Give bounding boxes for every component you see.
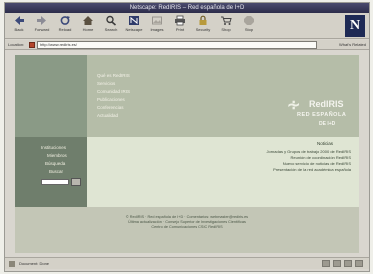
shop-label: Shop [221,27,231,32]
print-icon [175,15,185,26]
back-button[interactable]: Back [9,15,29,37]
side-link-busqueda[interactable]: Búsqueda [45,161,65,167]
reload-button[interactable]: Reload [55,15,75,37]
news-item[interactable]: Nuevo servicio de noticias de RedIRIS [283,161,351,166]
left-column-top [15,55,87,137]
window-title: Netscape: RedIRIS – Red española de I+D [5,3,369,13]
page-footer: © RedIRIS · Red española de I+D · Coment… [15,215,359,230]
netscape-throbber-logo: N [345,15,365,37]
news-heading: Noticias [317,141,334,146]
news-panel: Noticias Jornadas y Grupos de trabajo 20… [87,137,359,207]
search-icon [106,15,117,26]
url-input[interactable]: http://www.rediris.es/ [37,41,317,49]
forward-label: Forward [34,27,50,32]
side-link-buscar[interactable]: Buscar [49,169,63,175]
nav-link-servicios[interactable]: Servicios [97,81,115,87]
images-label: Images [150,27,164,32]
nav-link-publicaciones[interactable]: Publicaciones [97,97,125,103]
security-button[interactable]: Security [193,15,213,37]
mail-icon[interactable] [333,260,341,267]
nav-link-comunidad[interactable]: Comunidad IRIS [97,89,130,95]
news-item[interactable]: Presentación de la red académica español… [273,167,351,172]
stop-icon [244,16,254,25]
print-button[interactable]: Print [170,15,190,37]
rediris-logo-subtagline: DE I+D [319,121,336,127]
search-button[interactable]: Search [101,15,121,37]
home-label: Home [82,27,94,32]
images-button[interactable]: Images [147,15,167,37]
shop-icon [221,16,232,25]
location-label: Location: [8,42,25,47]
side-link-miembros[interactable]: Miembros [47,153,67,159]
bookmark-icon[interactable] [29,42,35,48]
location-bar: Location: http://www.rediris.es/ What's … [5,40,369,50]
address-book-icon[interactable] [355,260,363,267]
web-page-content: Qué es RedIRIS Servicios Comunidad IRIS … [15,55,359,253]
back-label: Back [14,27,24,32]
home-icon [83,16,93,25]
security-label: Security [195,27,211,32]
header-band: Qué es RedIRIS Servicios Comunidad IRIS … [87,55,359,137]
lock-icon [199,15,207,25]
stop-button[interactable]: Stop [239,15,259,37]
news-item[interactable]: Reunión de coordinación RedIRIS [291,155,351,160]
status-bar: Document: Done [5,257,369,269]
rediris-logo-name: RedIRIS [309,99,344,109]
security-status-icon[interactable] [9,261,15,267]
site-search-input[interactable] [41,179,69,185]
side-link-instituciones[interactable]: Instituciones [41,145,66,151]
search-label: Search [104,27,118,32]
footer-line: Centro de Comunicaciones CSIC RedIRIS [151,225,223,229]
rediris-logo-tagline: RED ESPAÑOLA [297,112,347,118]
print-label: Print [175,27,185,32]
stop-label: Stop [244,27,254,32]
forward-arrow-icon [37,16,46,25]
netscape-label: Netscape [125,27,143,32]
netscape-button[interactable]: Netscape [124,15,144,37]
browser-window: Netscape: RedIRIS – Red española de I+D … [4,2,370,272]
images-icon [152,16,162,25]
composer-icon[interactable] [344,260,352,267]
reload-icon [60,16,70,25]
shop-button[interactable]: Shop [216,15,236,37]
netscape-icon [129,16,139,25]
reload-label: Reload [58,27,72,32]
whats-related-button[interactable]: What's Related [339,41,366,49]
navigation-toolbar: Back Forward Reload Home Search Netscape… [5,13,369,39]
nav-link-que-es[interactable]: Qué es RedIRIS [97,73,130,79]
back-arrow-icon [15,16,24,25]
news-item[interactable]: Jornadas y Grupos de trabajo 2000 de Red… [267,149,352,154]
component-bar [322,260,363,267]
site-search-button[interactable] [71,178,81,186]
nav-link-conferencias[interactable]: Conferencias [97,105,124,111]
forward-button[interactable]: Forward [32,15,52,37]
home-button[interactable]: Home [78,15,98,37]
navigator-icon[interactable] [322,260,330,267]
status-text: Document: Done [19,261,50,266]
nav-link-actualidad[interactable]: Actualidad [97,113,118,119]
